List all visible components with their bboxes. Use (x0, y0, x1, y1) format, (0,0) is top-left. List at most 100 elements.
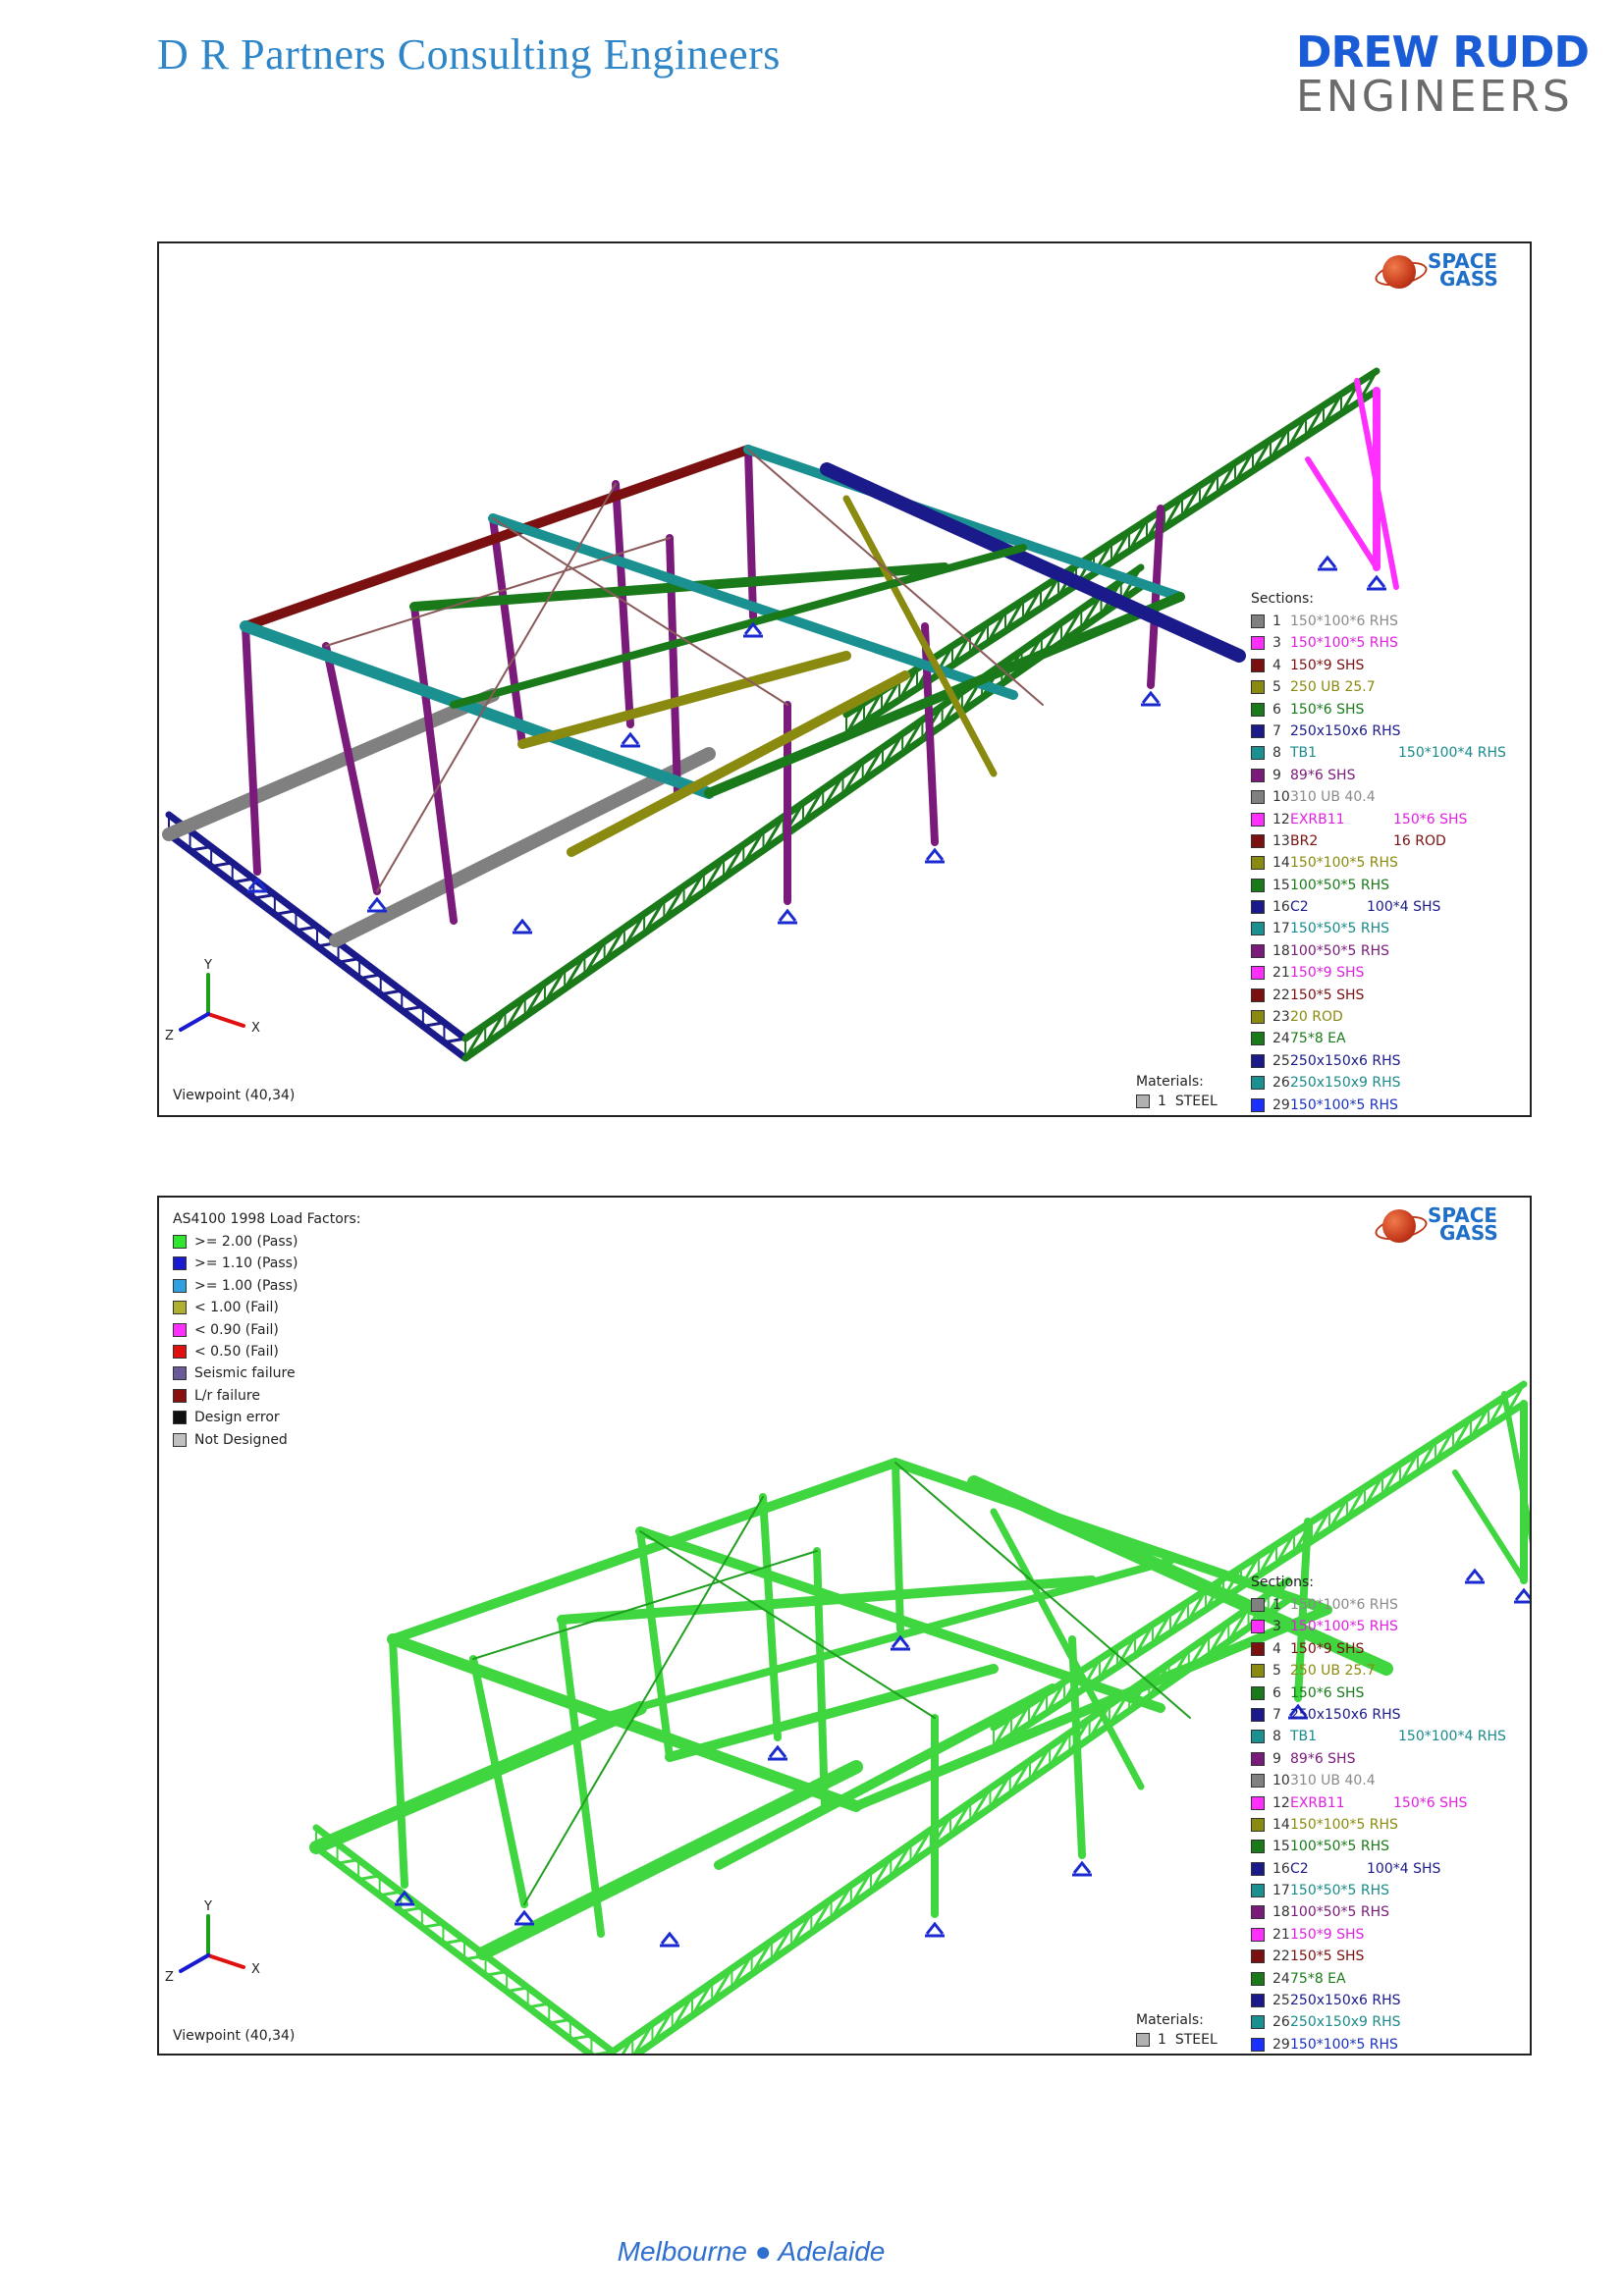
section-swatch (1251, 1010, 1265, 1025)
section-legend-row: 25250x150x6 RHS (1251, 1990, 1401, 2011)
axis-y-label: Y (203, 958, 212, 973)
front-left-truss-web (378, 1890, 403, 1897)
section-number: 24 (1272, 1970, 1290, 1987)
section-legend-row: 3 150*100*5 RHS (1251, 632, 1401, 654)
load-factor-swatch (173, 1366, 187, 1381)
section-number: 14 (1272, 1816, 1290, 1833)
section-legend-row: 4 150*9 SHS (1251, 655, 1401, 676)
support-icon (925, 847, 945, 864)
section-name: 150*9 SHS (1290, 1640, 1365, 1657)
section-legend-row: 9 89*6 SHS (1251, 1748, 1401, 1770)
section-number: 24 (1272, 1031, 1290, 1047)
top-beam (704, 592, 1185, 798)
column (892, 1459, 904, 1633)
load-factor-label: < 0.90 (Fail) (194, 1321, 279, 1338)
section-name: 150*100*5 RHS (1290, 855, 1398, 872)
section-legend-row: 2475*8 EA (1251, 1968, 1401, 1990)
section-legend-row: 6 150*6 SHS (1251, 1682, 1401, 1704)
section-legend-row: 26250x150x9 RHS (1251, 2011, 1401, 2033)
section-number: 5 (1272, 679, 1281, 696)
front-left-truss-web (357, 973, 383, 981)
section-name: 150*100*5 RHS (1290, 635, 1398, 652)
viewpoint-label: Viewpoint (40,34) (173, 2028, 296, 2044)
section-swatch (1251, 680, 1265, 695)
section-name: 150*100*5 RHS (1290, 1619, 1398, 1635)
axis-z (179, 1953, 210, 1973)
end-frame (1452, 1469, 1527, 1583)
load-factor-swatch (173, 1388, 187, 1403)
section-name: TB1 (1290, 1729, 1318, 1745)
section-name: BR2 (1290, 832, 1319, 849)
section-legend-row: 26250x150x9 RHS (1251, 1072, 1401, 1094)
section-name: 150*9 SHS (1290, 965, 1365, 982)
load-factor-swatch (173, 1344, 187, 1359)
section-legend-row: 1 150*100*6 RHS (1251, 611, 1401, 632)
section-name: 250x150x9 RHS (1290, 2014, 1401, 2031)
column (242, 622, 261, 876)
materials-heading: Materials: (1136, 1074, 1204, 1090)
section-number: 21 (1272, 965, 1290, 982)
axis-z (179, 1012, 210, 1032)
section-number: 6 (1272, 701, 1281, 718)
section-name: 150*100*6 RHS (1290, 1597, 1398, 1613)
section-number: 15 (1272, 1839, 1290, 1855)
load-factor-label: < 1.00 (Fail) (194, 1300, 279, 1316)
front-left-truss-web (505, 1986, 530, 1994)
section-description: 150*100*4 RHS (1398, 1729, 1506, 1745)
section-name: 75*8 EA (1290, 1970, 1346, 1987)
front-left-truss-web (231, 877, 255, 884)
section-number: 26 (1272, 1075, 1290, 1092)
section-number: 22 (1272, 987, 1290, 1003)
section-number: 18 (1272, 942, 1290, 959)
section-name: 150*50*5 RHS (1290, 921, 1390, 937)
section-number: 16 (1272, 1860, 1290, 1877)
material-name: STEEL (1174, 1094, 1218, 1109)
section-name: EXRB11 (1290, 811, 1345, 828)
section-number: 9 (1272, 1750, 1281, 1767)
section-swatch (1251, 966, 1265, 981)
section-swatch (1251, 1861, 1265, 1876)
support-icon (1318, 555, 1337, 571)
section-number: 1 (1272, 1597, 1281, 1613)
model-view-load-factors: Y X Z SPACE GASS AS4100 1998 Load Factors:… (157, 1196, 1532, 2056)
support-icon (1514, 1587, 1530, 1604)
section-swatch (1251, 1884, 1265, 1898)
section-swatch (1251, 1817, 1265, 1832)
load-factor-row: Not Designed (173, 1429, 361, 1451)
load-factor-row: >= 1.10 (Pass) (173, 1253, 361, 1274)
section-name: 310 UB 40.4 (1290, 1773, 1376, 1789)
section-name: 150*100*5 RHS (1290, 2036, 1398, 2053)
front-left-truss-web (420, 1922, 445, 1929)
section-swatch (1251, 1076, 1265, 1091)
front-left-truss-web (379, 988, 404, 996)
column (389, 1635, 408, 1889)
section-name: TB1 (1290, 745, 1318, 762)
section-swatch (1251, 614, 1265, 628)
section-name: 150*50*5 RHS (1290, 1883, 1390, 1899)
load-factor-row: < 0.90 (Fail) (173, 1319, 361, 1341)
model-view-sections: Y X Z SPACE GASS Sections: 1 150*100*6 RHS 3… (157, 241, 1532, 1117)
sections-heading: Sections: (1251, 591, 1315, 607)
logo-text-2: GASS (1439, 267, 1498, 291)
section-legend-row: 10310 UB 40.4 (1251, 786, 1401, 808)
logo-text-2: GASS (1439, 1221, 1498, 1245)
section-swatch (1251, 1032, 1265, 1046)
section-swatch (1251, 988, 1265, 1002)
end-frame (1305, 456, 1380, 570)
top-beam (409, 562, 949, 612)
section-legend-row: 22150*5 SHS (1251, 1946, 1401, 1967)
section-legend-row: 5 250 UB 25.7 (1251, 676, 1401, 698)
section-name: 100*50*5 RHS (1290, 1839, 1390, 1855)
section-name: 250 UB 25.7 (1290, 1663, 1376, 1680)
section-swatch (1251, 1927, 1265, 1942)
space-gass-logo: SPACE GASS (1373, 1203, 1522, 1249)
section-swatch (1251, 2037, 1265, 2052)
sections-heading: Sections: (1251, 1575, 1315, 1590)
section-number: 15 (1272, 877, 1290, 893)
support-icon (1367, 574, 1386, 591)
section-legend-row: 15100*50*5 RHS (1251, 1836, 1401, 1857)
section-name: 150*100*5 RHS (1290, 1096, 1398, 1113)
ground-beam (162, 688, 500, 841)
support-icon (660, 1931, 679, 1948)
section-swatch (1251, 833, 1265, 848)
